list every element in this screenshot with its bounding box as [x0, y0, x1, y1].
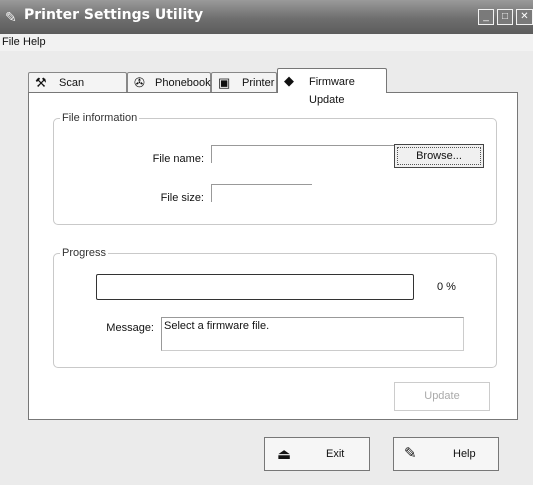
minimize-button[interactable]: _ — [478, 9, 494, 25]
file-size-label: File size: — [160, 192, 204, 204]
exit-label: Exit — [326, 448, 345, 460]
file-name-field — [211, 145, 407, 163]
file-information-group: File information File name: Browse... Fi… — [53, 112, 497, 225]
firmware-chip-icon: ◆ — [284, 73, 294, 88]
progress-legend: Progress — [60, 247, 109, 259]
menu-file[interactable]: File — [2, 36, 20, 48]
help-icon: ✎ — [404, 445, 417, 462]
progress-group: Progress 0 % Message: Select a firmware … — [53, 247, 497, 368]
file-size-field — [211, 184, 312, 202]
phonebook-icon: ✇ — [134, 75, 145, 90]
exit-icon: ⏏ — [277, 446, 292, 463]
message-field: Select a firmware file. — [161, 317, 464, 351]
menu-help[interactable]: Help — [23, 36, 46, 48]
printer-icon: ▣ — [218, 75, 231, 90]
scanner-icon: ⚒ — [35, 75, 47, 90]
help-button[interactable]: ✎ Help — [393, 437, 499, 471]
progress-bar — [96, 274, 414, 300]
tab-label: Firmware Update — [309, 76, 355, 106]
tab-phonebook[interactable]: ✇ Phonebook — [127, 72, 211, 92]
browse-button[interactable]: Browse... — [394, 144, 484, 168]
tab-firmware-update[interactable]: ◆ Firmware Update — [277, 68, 387, 106]
tab-printer[interactable]: ▣ Printer — [211, 72, 277, 92]
window-title: Printer Settings Utility — [24, 7, 204, 23]
firmware-update-panel: File information File name: Browse... Fi… — [28, 92, 518, 420]
close-button[interactable]: ✕ — [516, 9, 533, 25]
menu-bar: File Help — [0, 34, 533, 51]
tab-scan-settings[interactable]: ⚒ Scan Settings — [28, 72, 127, 107]
tab-label: Printer — [242, 77, 275, 89]
title-bar[interactable]: ✎ Printer Settings Utility _ □ ✕ — [0, 0, 533, 34]
exit-button[interactable]: ⏏ Exit — [264, 437, 370, 471]
message-label: Message: — [106, 322, 154, 334]
progress-percent: 0 % — [437, 281, 456, 293]
maximize-button[interactable]: □ — [497, 9, 513, 25]
help-label: Help — [453, 448, 476, 460]
focus-outline — [397, 147, 481, 165]
file-name-label: File name: — [152, 153, 204, 165]
file-information-legend: File information — [60, 112, 140, 124]
update-button[interactable]: Update — [394, 382, 490, 411]
tab-label: Phonebook — [155, 77, 211, 89]
app-icon: ✎ — [5, 9, 17, 25]
